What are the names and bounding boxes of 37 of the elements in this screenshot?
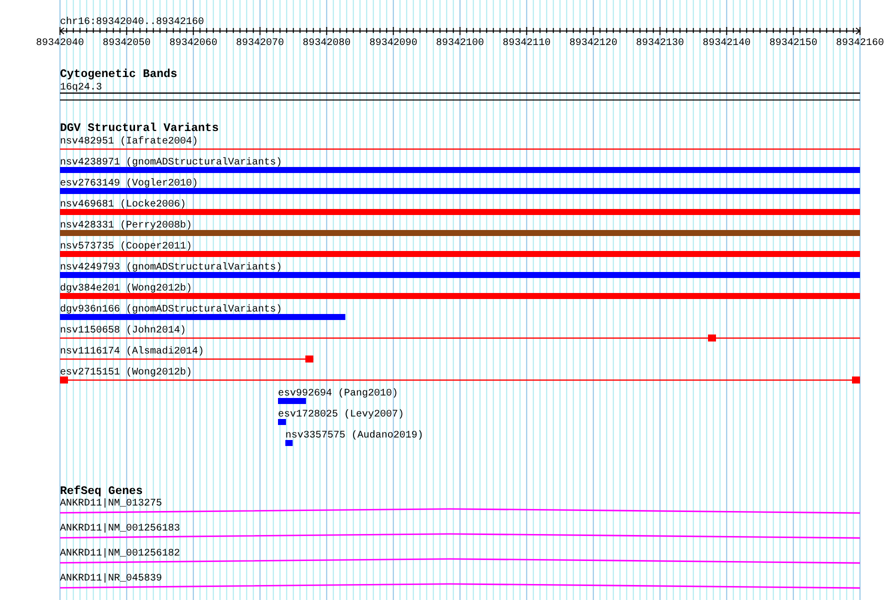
ruler-label: 89342150 xyxy=(769,38,818,49)
gene-label: ANKRD11|NM_001256182 xyxy=(60,548,180,560)
variant-label: nsv1116174 (Alsmadi2014) xyxy=(60,346,204,358)
gene-label: ANKRD11|NM_013275 xyxy=(60,498,162,510)
track-title: DGV Structural Variants xyxy=(60,122,219,135)
variant-label: nsv4249793 (gnomADStructuralVariants) xyxy=(60,262,282,274)
ruler-label: 89342140 xyxy=(702,38,751,49)
ruler-label: 89342160 xyxy=(836,38,884,49)
ruler-label: 89342050 xyxy=(102,38,151,49)
variant-label: nsv469681 (Locke2006) xyxy=(60,200,186,210)
variant-label: nsv573735 (Cooper2011) xyxy=(60,242,192,252)
ruler-label: 89342100 xyxy=(436,38,484,49)
ruler-label: 89342040 xyxy=(36,38,84,49)
variant-label: nsv3357575 (Audano2019) xyxy=(285,430,424,442)
ruler-label: 89342070 xyxy=(236,38,284,49)
ruler-label: 89342110 xyxy=(502,38,551,49)
ruler-label: 89342120 xyxy=(569,38,618,49)
variant-label: nsv428331 (Perry2008b) xyxy=(60,220,192,232)
gene-label: ANKRD11|NM_001256183 xyxy=(60,524,180,534)
variant-label: dgv936n166 (gnomADStructuralVariants) xyxy=(60,304,282,316)
variant-label: esv2715151 (Wong2012b) xyxy=(60,368,192,378)
band-label: 16q24.3 xyxy=(60,82,102,94)
track-title: Cytogenetic Bands xyxy=(60,68,178,81)
ruler-label: 89342090 xyxy=(369,38,418,49)
gene-label: ANKRD11|NR_045839 xyxy=(60,574,162,584)
ruler-label: 89342080 xyxy=(302,38,351,49)
ruler-label: 89342060 xyxy=(169,38,218,49)
variant-label: esv2763149 (Vogler2010) xyxy=(60,178,198,190)
variant-label: nsv1150658 (John2014) xyxy=(60,326,186,336)
variant-label: nsv482951 (Iafrate2004) xyxy=(60,136,198,148)
variant-label: dgv384e201 (Wong2012b) xyxy=(60,284,192,294)
track-title: RefSeq Genes xyxy=(60,485,143,498)
variant-label: esv992694 (Pang2010) xyxy=(278,388,398,400)
variant-label: esv1728025 (Levy2007) xyxy=(278,410,404,420)
ruler-label: 89342130 xyxy=(636,38,684,49)
variant-label: nsv4238971 (gnomADStructuralVariants) xyxy=(60,158,282,168)
location-label: chr16:89342040..89342160 xyxy=(60,17,204,28)
